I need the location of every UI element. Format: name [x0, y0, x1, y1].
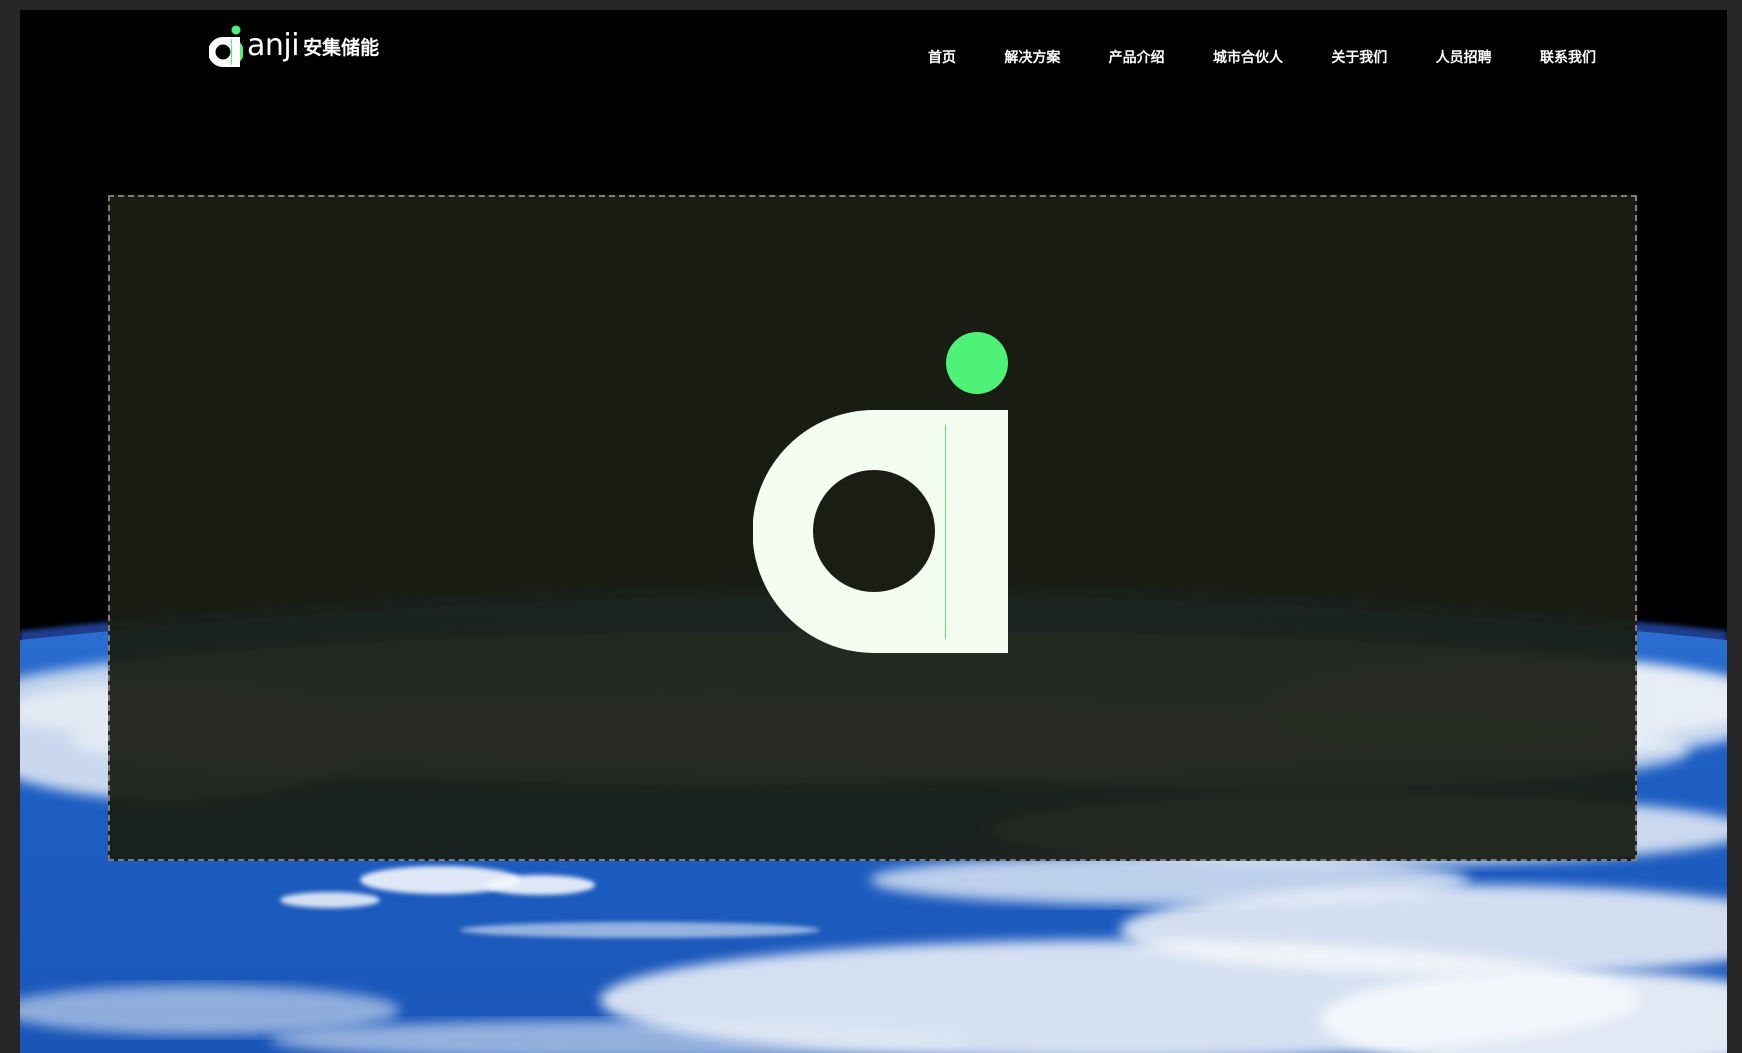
nav-item-home[interactable]: 首页: [928, 48, 956, 68]
main-menu: 首页 解决方案 产品介绍 城市合伙人 关于我们 人员招聘 联系我们: [928, 48, 1596, 68]
nav-item-careers[interactable]: 人员招聘: [1436, 48, 1492, 68]
brand-logo[interactable]: anji 安集储能: [209, 24, 379, 68]
brand-wordmark: anji: [247, 28, 300, 63]
nav-item-contact-us[interactable]: 联系我们: [1540, 48, 1596, 68]
nav-item-solutions[interactable]: 解决方案: [1004, 48, 1060, 68]
nav-item-products[interactable]: 产品介绍: [1109, 48, 1165, 68]
page-viewport: anji 安集储能 首页 解决方案 产品介绍 城市合伙人 关于我们 人员招聘 联…: [20, 10, 1727, 1053]
anji-logo-mark-icon: [209, 25, 243, 67]
nav-item-city-partner[interactable]: 城市合伙人: [1213, 48, 1283, 68]
anji-ai-logo-icon: [753, 332, 1008, 653]
top-navigation-bar: anji 安集储能 首页 解决方案 产品介绍 城市合伙人 关于我们 人员招聘 联…: [20, 10, 1727, 100]
brand-name-cn: 安集储能: [303, 37, 380, 59]
nav-item-about-us[interactable]: 关于我们: [1331, 48, 1387, 68]
